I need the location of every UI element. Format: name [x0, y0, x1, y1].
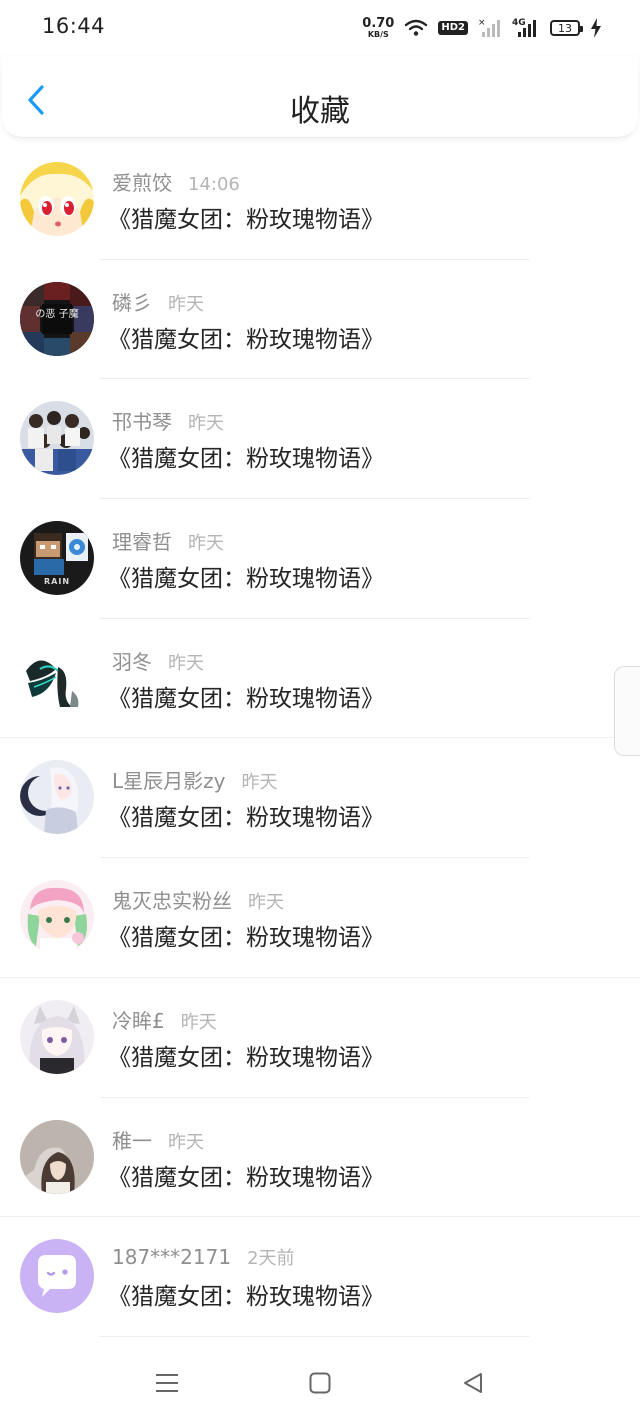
signal-4g-icon: 4G: [512, 18, 536, 37]
wifi-icon: [405, 19, 428, 36]
item-title: 《猎魔女团：粉玫瑰物语》: [108, 566, 384, 593]
item-meta: 冷眸£ 昨天: [112, 1005, 217, 1034]
list-item[interactable]: 羽冬 昨天 《猎魔女团：粉玫瑰物语》: [0, 619, 640, 739]
avatar[interactable]: [20, 760, 94, 835]
avatar[interactable]: [20, 1119, 94, 1194]
item-name: 稚一: [112, 1128, 152, 1153]
status-icons: 0.70 KB/S HD2 × 4G 13: [362, 14, 602, 42]
avatar[interactable]: RAIN: [20, 521, 94, 596]
item-time: 昨天: [168, 293, 204, 315]
item-time: 昨天: [188, 413, 224, 435]
item-name: 冷眸£: [112, 1008, 165, 1033]
list-item[interactable]: 冷眸£ 昨天 《猎魔女团：粉玫瑰物语》: [0, 978, 640, 1098]
avatar-image: [20, 1239, 94, 1314]
item-meta: 187***2171 2天前: [112, 1244, 295, 1270]
net-speed-value: 0.70: [362, 16, 395, 31]
item-title: 《猎魔女团：粉玫瑰物语》: [108, 446, 384, 473]
avatar-image: [20, 760, 94, 835]
divider: [100, 1335, 530, 1337]
item-time: 昨天: [248, 892, 284, 914]
page-title: 收藏: [290, 94, 350, 129]
list-item[interactable]: L星辰月影zy 昨天 《猎魔女团：粉玫瑰物语》: [0, 738, 640, 859]
item-title: 《猎魔女团：粉玫瑰物语》: [108, 1164, 384, 1191]
list-item[interactable]: 爱煎饺 14:06 《猎魔女团：粉玫瑰物语》: [0, 140, 640, 260]
list-item[interactable]: 邗书琴 昨天 《猎魔女团：粉玫瑰物语》: [0, 379, 640, 500]
avatar-text: RAIN: [44, 577, 70, 586]
menu-icon: [156, 1374, 178, 1392]
signal-sim1-icon: ×: [478, 18, 500, 37]
avatar-image: [20, 640, 94, 715]
favorites-list: 爱煎饺 14:06 《猎魔女团：粉玫瑰物语》 の恶 子魔 磷彡 昨天 《猎魔女团…: [0, 140, 640, 1337]
avatar-image: [20, 999, 94, 1074]
item-meta: 理睿哲 昨天: [112, 526, 224, 555]
avatar[interactable]: の恶 子魔: [20, 281, 94, 356]
item-time: 14:06: [188, 174, 240, 195]
item-name: 磷彡: [112, 290, 152, 315]
item-meta: 磷彡 昨天: [112, 287, 204, 316]
avatar[interactable]: [20, 1239, 94, 1314]
item-meta: L星辰月影zy 昨天: [112, 765, 277, 794]
battery-icon: 13: [550, 20, 583, 36]
status-time: 16:44: [42, 14, 106, 38]
item-time: 昨天: [168, 1131, 204, 1153]
item-name: 羽冬: [112, 649, 152, 674]
item-name: 爱煎饺: [112, 171, 172, 195]
system-nav-bar: [0, 1350, 640, 1422]
net-speed-unit: KB/S: [367, 30, 389, 39]
back-triangle-icon: [464, 1373, 482, 1393]
item-meta: 稚一 昨天: [112, 1125, 204, 1154]
avatar-image: の恶 子魔: [20, 281, 94, 356]
avatar-image: RAIN: [20, 521, 94, 596]
avatar-text: の恶 子魔: [35, 307, 78, 320]
item-title: 《猎魔女团：粉玫瑰物语》: [108, 207, 384, 233]
item-name: 理睿哲: [112, 530, 172, 555]
avatar-image: [20, 162, 94, 236]
avatar[interactable]: [20, 880, 94, 955]
avatar[interactable]: [20, 401, 94, 476]
status-bar: 16:44 0.70 KB/S HD2 × 4G 13: [0, 0, 640, 56]
network-label: 4G: [512, 18, 526, 28]
item-title: 《猎魔女团：粉玫瑰物语》: [108, 805, 384, 832]
item-title: 《猎魔女团：粉玫瑰物语》: [108, 925, 384, 952]
avatar[interactable]: [20, 640, 94, 715]
list-item[interactable]: 鬼灭忠实粉丝 昨天 《猎魔女团：粉玫瑰物语》: [0, 858, 640, 978]
hd-badge: HD2: [438, 21, 468, 35]
item-title: 《猎魔女团：粉玫瑰物语》: [108, 1284, 384, 1311]
svg-text:×: ×: [478, 18, 486, 28]
list-item[interactable]: RAIN 理睿哲 昨天 《猎魔女团：粉玫瑰物语》: [0, 499, 640, 619]
header: 收藏: [2, 56, 638, 138]
avatar-image: [20, 401, 94, 476]
item-meta: 羽冬 昨天: [112, 646, 204, 675]
item-title: 《猎魔女团：粉玫瑰物语》: [108, 685, 384, 712]
item-meta: 爱煎饺 14:06: [112, 167, 240, 196]
net-speed: 0.70 KB/S: [362, 17, 394, 39]
item-time: 2天前: [247, 1248, 295, 1270]
item-time: 昨天: [180, 1011, 217, 1033]
list-item[interactable]: 187***2171 2天前 《猎魔女团：粉玫瑰物语》: [0, 1217, 640, 1337]
item-meta: 鬼灭忠实粉丝 昨天: [112, 885, 284, 914]
list-item[interactable]: の恶 子魔 磷彡 昨天 《猎魔女团：粉玫瑰物语》: [0, 260, 640, 380]
item-name: L星辰月影zy: [112, 769, 226, 794]
home-square-icon: [309, 1372, 331, 1394]
avatar-image: [20, 1119, 94, 1194]
avatar[interactable]: [20, 999, 94, 1074]
nav-back-button[interactable]: [453, 1368, 493, 1398]
item-meta: 邗书琴 昨天: [112, 406, 224, 435]
item-time: 昨天: [168, 652, 204, 674]
item-name: 187***2171: [112, 1245, 232, 1270]
battery-level: 13: [558, 21, 572, 35]
item-name: 邗书琴: [112, 410, 172, 435]
list-item[interactable]: 稚一 昨天 《猎魔女团：粉玫瑰物语》: [0, 1098, 640, 1218]
item-title: 《猎魔女团：粉玫瑰物语》: [108, 326, 384, 353]
item-title: 《猎魔女团：粉玫瑰物语》: [108, 1044, 384, 1071]
item-time: 昨天: [188, 533, 224, 555]
avatar-image: [20, 880, 94, 955]
item-time: 昨天: [241, 772, 278, 794]
home-button[interactable]: [300, 1368, 340, 1398]
item-name: 鬼灭忠实粉丝: [112, 889, 232, 914]
menu-button[interactable]: [147, 1368, 187, 1398]
side-panel-handle[interactable]: [614, 666, 640, 756]
avatar[interactable]: [20, 162, 94, 236]
charging-icon: [591, 18, 601, 38]
